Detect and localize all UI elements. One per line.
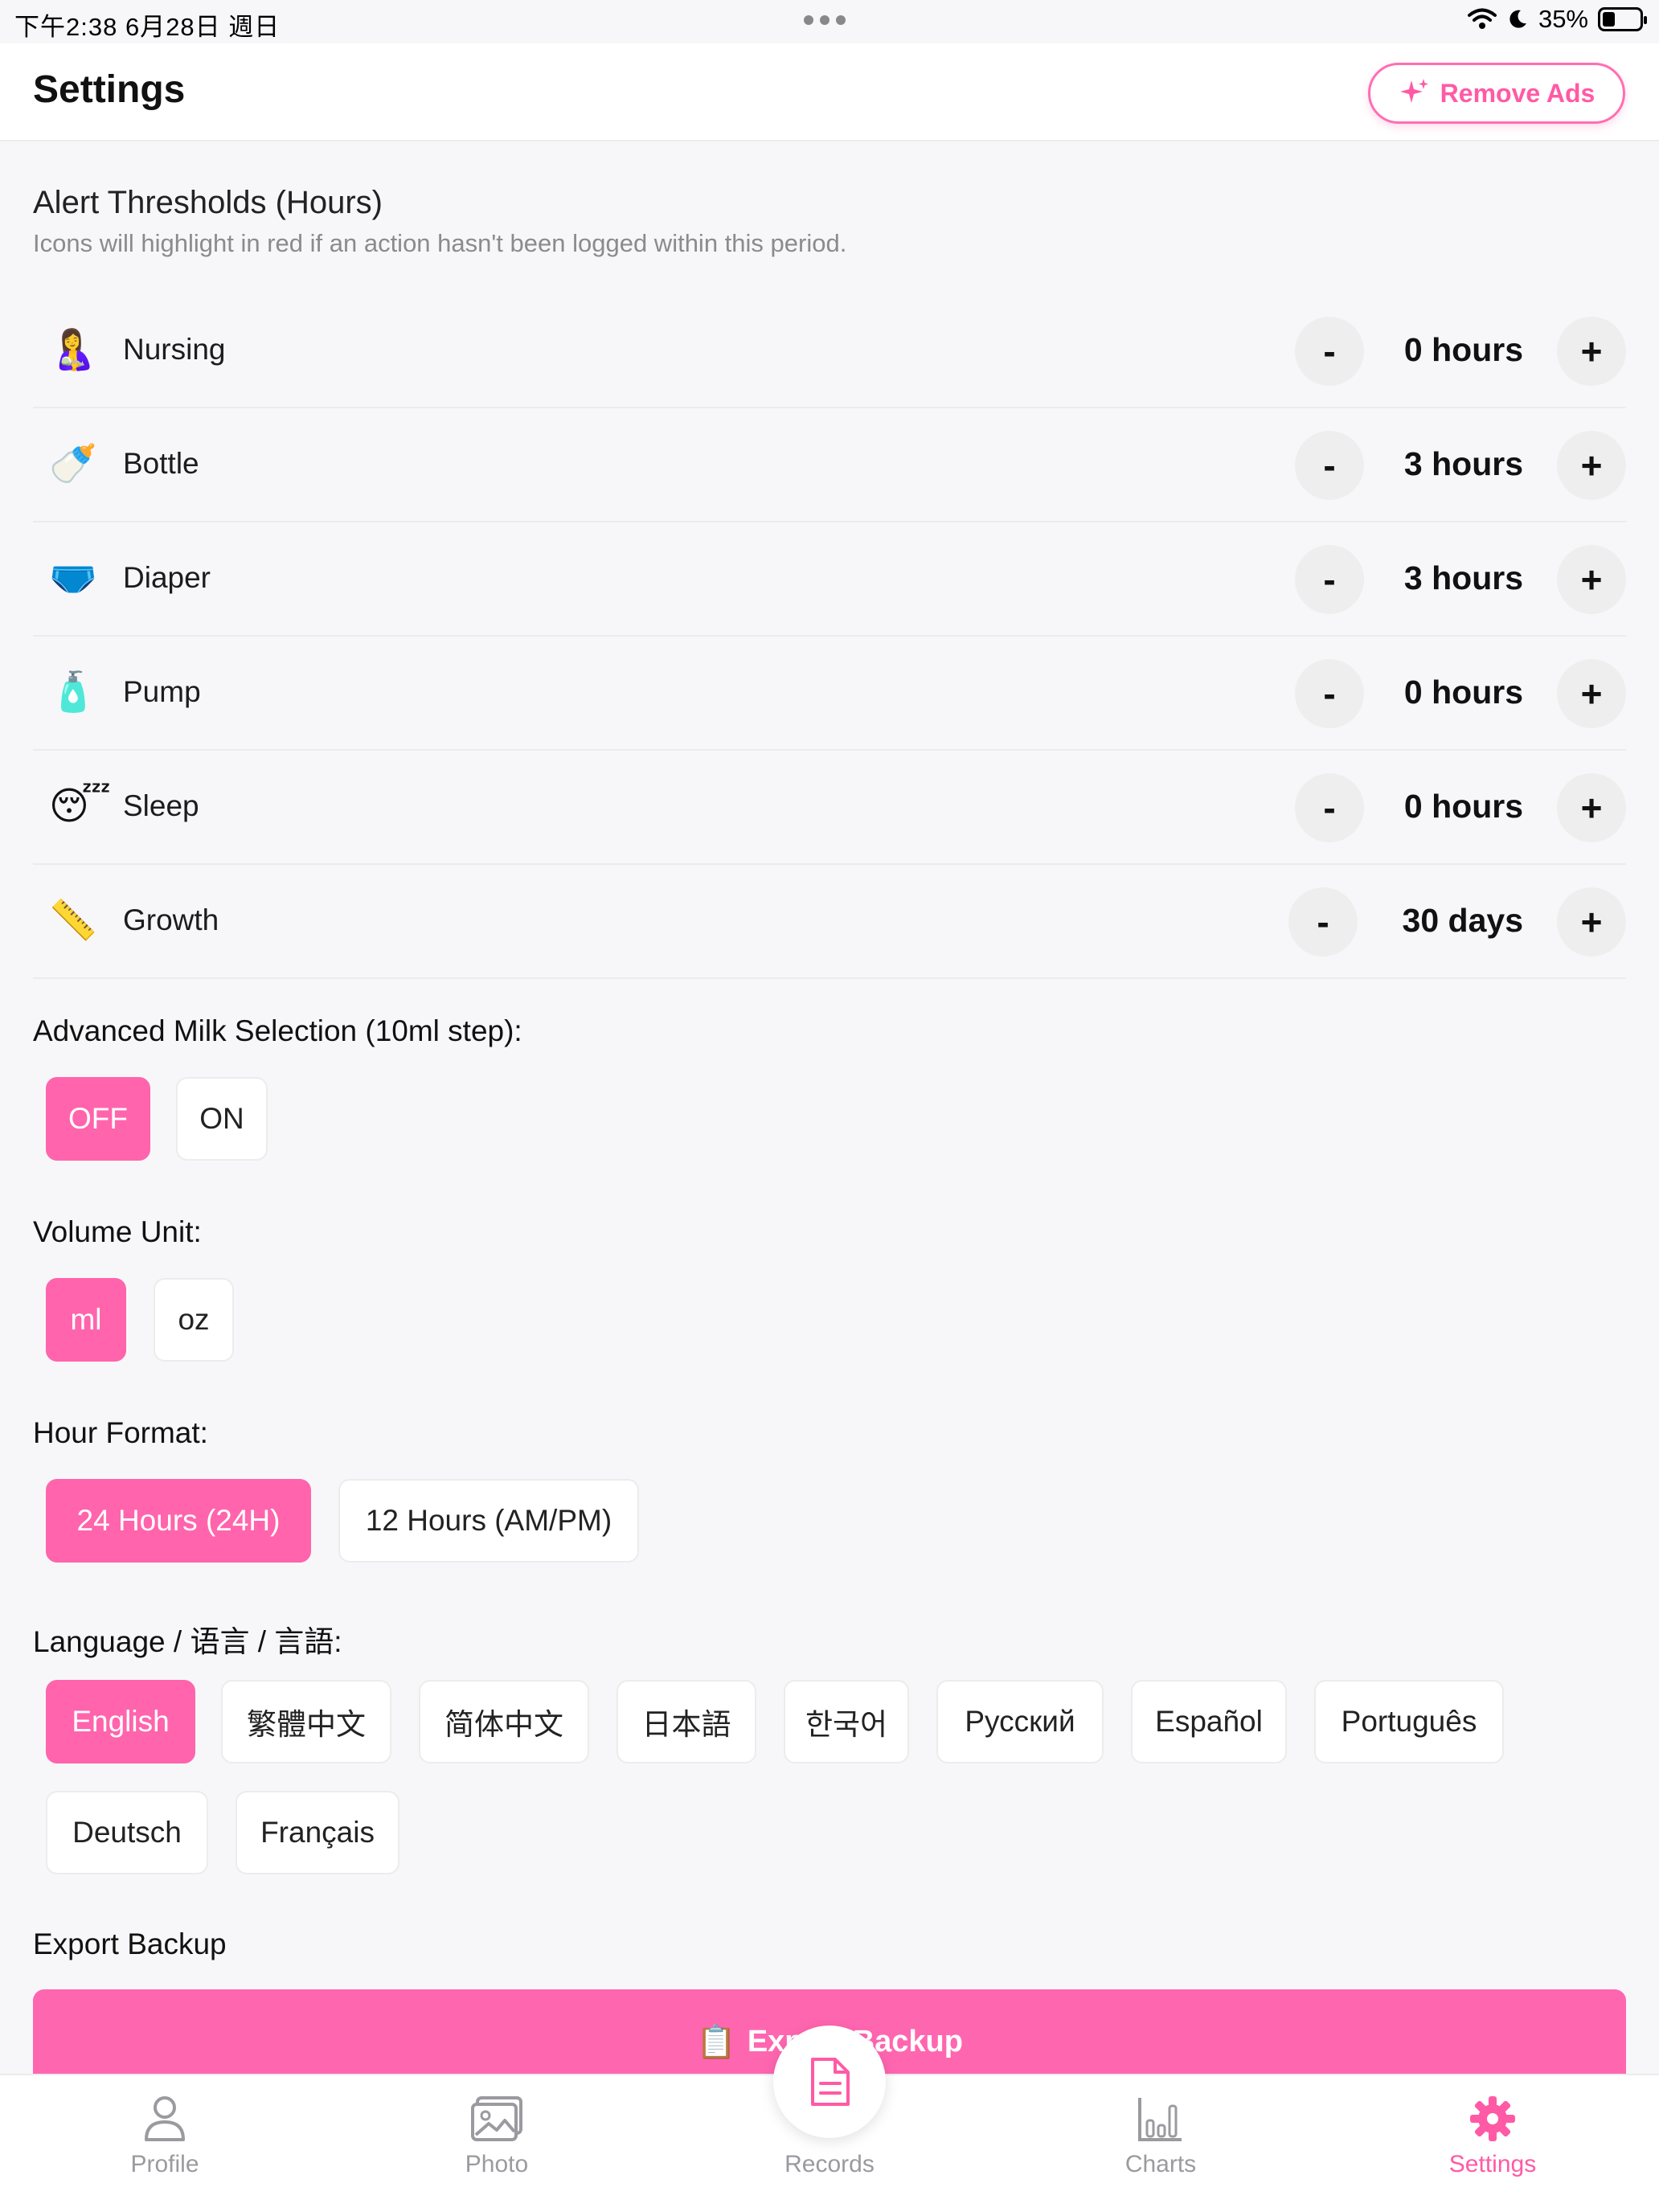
increment-button[interactable]: +: [1557, 431, 1626, 500]
diaper-icon: 🩲: [49, 557, 97, 600]
threshold-label: Diaper: [123, 561, 211, 594]
advanced-milk-label: Advanced Milk Selection (10ml step):: [33, 1014, 522, 1047]
threshold-row-sleep: 😴 Sleep - 0 hours +: [33, 751, 1626, 865]
decrement-button[interactable]: -: [1295, 773, 1364, 842]
threshold-value: 3 hours: [1403, 445, 1523, 482]
threshold-value: 0 hours: [1403, 674, 1523, 711]
language-label: Language / 语言 / 言語:: [33, 1625, 342, 1658]
remove-ads-button[interactable]: Remove Ads: [1368, 63, 1625, 124]
threshold-value: 0 hours: [1403, 788, 1523, 825]
tab-photo-label: Photo: [465, 2151, 529, 2177]
language-option-portuguese[interactable]: Português: [1314, 1680, 1504, 1763]
tab-settings[interactable]: Settings: [1404, 2090, 1581, 2178]
hour-24h-option[interactable]: 24 Hours (24H): [46, 1479, 311, 1563]
tab-records[interactable]: Records: [741, 2148, 918, 2178]
unit-oz-option[interactable]: oz: [154, 1278, 234, 1362]
wifi-icon: [1467, 8, 1497, 29]
export-backup-label: Export Backup: [33, 1927, 227, 1960]
tab-profile[interactable]: Profile: [76, 2090, 253, 2178]
hour-12h-option[interactable]: 12 Hours (AM/PM): [338, 1479, 639, 1563]
increment-button[interactable]: +: [1557, 317, 1626, 386]
milk-on-option[interactable]: ON: [176, 1077, 268, 1161]
increment-button[interactable]: +: [1557, 887, 1626, 956]
moon-icon: [1509, 10, 1526, 28]
alert-thresholds-subtitle: Icons will highlight in red if an action…: [33, 229, 847, 257]
threshold-list: 🤱 Nursing - 0 hours + 🍼 Bottle - 3 hours…: [33, 294, 1626, 979]
tab-settings-label: Settings: [1448, 2151, 1537, 2177]
threshold-row-growth: 📏 Growth - 30 days +: [33, 865, 1626, 979]
bottle-icon: 🍼: [49, 443, 97, 485]
document-icon: [811, 2058, 850, 2106]
threshold-value: 0 hours: [1403, 331, 1523, 368]
milk-off-option[interactable]: OFF: [46, 1077, 150, 1161]
language-option-french[interactable]: Français: [236, 1791, 399, 1874]
decrement-button[interactable]: -: [1295, 659, 1364, 728]
advanced-milk-toggle: OFF ON: [46, 1077, 268, 1161]
tab-records-label: Records: [784, 2151, 875, 2177]
unit-ml-option[interactable]: ml: [46, 1278, 126, 1362]
decrement-button[interactable]: -: [1288, 887, 1358, 956]
nursing-icon: 🤱: [49, 329, 97, 371]
decrement-button[interactable]: -: [1295, 545, 1364, 614]
increment-button[interactable]: +: [1557, 659, 1626, 728]
decrement-button[interactable]: -: [1295, 431, 1364, 500]
status-time-date: 下午2:38 6月28日 週日: [14, 13, 281, 41]
threshold-label: Sleep: [123, 789, 199, 822]
tab-charts[interactable]: Charts: [1072, 2090, 1249, 2178]
status-indicators: 35%: [1467, 5, 1647, 34]
threshold-row-nursing: 🤱 Nursing - 0 hours +: [33, 294, 1626, 408]
page-title: Settings: [33, 68, 186, 111]
gear-icon: [1470, 2096, 1515, 2141]
tab-profile-label: Profile: [130, 2151, 199, 2177]
language-option-spanish[interactable]: Español: [1131, 1680, 1287, 1763]
bar-chart-icon: [1138, 2098, 1182, 2141]
status-bar: 下午2:38 6月28日 週日 35%: [0, 0, 1659, 43]
threshold-row-diaper: 🩲 Diaper - 3 hours +: [33, 522, 1626, 637]
threshold-label: Pump: [123, 675, 201, 708]
battery-percent: 35%: [1538, 5, 1588, 33]
threshold-label: Nursing: [123, 333, 226, 366]
threshold-label: Bottle: [123, 447, 199, 480]
sleep-icon: 😴: [49, 785, 111, 828]
battery-icon: [1598, 7, 1647, 31]
pump-icon: 🧴: [49, 671, 97, 714]
threshold-value: 3 hours: [1403, 559, 1523, 596]
language-option-japanese[interactable]: 日本語: [616, 1680, 756, 1763]
language-option-russian[interactable]: Русский: [936, 1680, 1104, 1763]
increment-button[interactable]: +: [1557, 773, 1626, 842]
threshold-row-bottle: 🍼 Bottle - 3 hours +: [33, 408, 1626, 522]
hour-format-toggle: 24 Hours (24H) 12 Hours (AM/PM): [46, 1479, 639, 1563]
remove-ads-label: Remove Ads: [1440, 78, 1596, 108]
language-option-traditional-chinese[interactable]: 繁體中文: [221, 1680, 391, 1763]
multitasking-dots-icon[interactable]: [804, 8, 855, 32]
volume-unit-label: Volume Unit:: [33, 1215, 202, 1248]
person-icon: [145, 2096, 185, 2141]
threshold-value: 30 days: [1402, 902, 1523, 939]
language-options: English 繁體中文 简体中文 日本語 한국어 Русский Españo…: [46, 1680, 1573, 1874]
photo-icon: [471, 2096, 522, 2141]
decrement-button[interactable]: -: [1295, 317, 1364, 386]
threshold-row-pump: 🧴 Pump - 0 hours +: [33, 637, 1626, 751]
language-option-german[interactable]: Deutsch: [46, 1791, 208, 1874]
header: Settings Remove Ads: [0, 43, 1659, 141]
language-option-simplified-chinese[interactable]: 简体中文: [419, 1680, 589, 1763]
threshold-label: Growth: [123, 903, 219, 936]
language-option-korean[interactable]: 한국어: [784, 1680, 909, 1763]
alert-thresholds-title: Alert Thresholds (Hours): [33, 185, 383, 220]
ruler-icon: 📏: [49, 899, 97, 942]
hour-format-label: Hour Format:: [33, 1416, 208, 1449]
language-option-english[interactable]: English: [46, 1680, 195, 1763]
increment-button[interactable]: +: [1557, 545, 1626, 614]
volume-unit-toggle: ml oz: [46, 1278, 234, 1362]
tab-photo[interactable]: Photo: [408, 2090, 585, 2178]
records-fab-button[interactable]: [773, 2026, 886, 2138]
sparkle-icon: [1399, 79, 1428, 103]
clipboard-icon: 📋: [696, 2024, 736, 2060]
tab-charts-label: Charts: [1124, 2151, 1197, 2177]
